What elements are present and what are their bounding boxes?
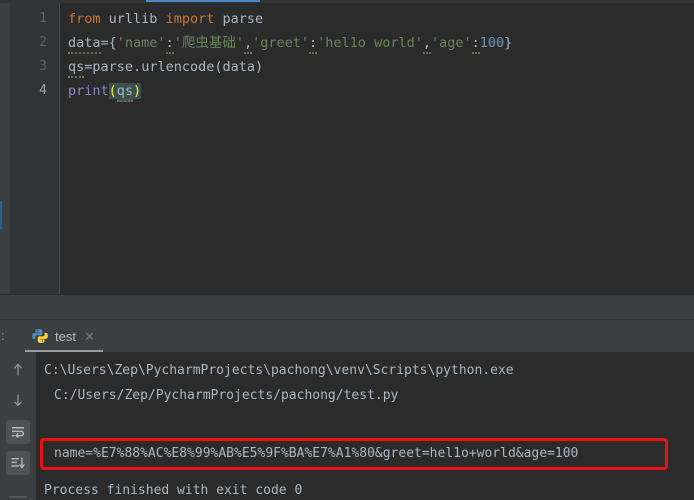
dot-operator: . (133, 59, 142, 75)
code-line-1: from urllib import parse (61, 7, 694, 31)
arrow-up-icon (13, 363, 23, 376)
run-tab-test[interactable]: test ✕ (22, 322, 103, 350)
code-line-4: print(qs) (61, 79, 694, 103)
arg-qs: qs (116, 83, 134, 102)
code-line-3: qs=parse.urlencode(data) (61, 55, 694, 79)
python-icon (32, 328, 48, 344)
arrow-down-icon (13, 394, 23, 407)
colon-1: : (165, 35, 174, 54)
soft-wrap-icon (12, 427, 25, 439)
scroll-up-button[interactable] (6, 358, 30, 382)
dict-key-age: 'age' (430, 35, 472, 51)
scroll-to-end-icon (11, 457, 25, 469)
var-data: data (68, 35, 101, 54)
console-output[interactable]: C:\Users\Zep\PycharmProjects\pachong\ven… (36, 352, 694, 500)
module-parse: parse (222, 11, 264, 27)
line-number-1: 1 (39, 11, 47, 26)
editor-console-splitter[interactable] (0, 294, 694, 320)
dict-value-name: '爬虫基础' (173, 35, 244, 51)
paren-close-2: ) (133, 83, 142, 99)
line-number-3: 3 (39, 59, 47, 74)
vcs-change-marker (0, 201, 2, 229)
dict-value-age: 100 (479, 35, 505, 51)
colon-2: : (309, 35, 318, 54)
console-line-result: name=%E7%88%AC%E8%99%AB%E5%9F%BA%E7%A1%8… (54, 446, 579, 461)
builtin-print: print (68, 83, 109, 99)
dict-key-name: 'name' (116, 35, 166, 51)
dict-close-brace: } (504, 35, 513, 51)
scroll-down-button[interactable] (6, 388, 30, 412)
soft-wrap-button[interactable] (6, 420, 30, 444)
dict-value-greet: 'hel1o world' (317, 35, 423, 51)
toolbar-separator (9, 496, 27, 498)
run-tabbar: : test ✕ (0, 320, 694, 353)
comma-1: , (243, 35, 253, 54)
pycharm-window: 1 2 3 4 from urllib import parse data={'… (0, 0, 694, 500)
console-line-exit: Process finished with exit code 0 (44, 483, 303, 498)
arg-data: data (222, 59, 255, 75)
paren-open-2: ( (108, 83, 117, 99)
active-editor-tab-indicator[interactable] (146, 0, 260, 2)
run-tool-window: : test ✕ C:\Users\Zep\PycharmProjects\pa… (0, 320, 694, 500)
line-number-4: 4 (39, 83, 47, 98)
editor-left-rail (0, 3, 10, 294)
console-line-interpreter: C:\Users\Zep\PycharmProjects\pachong\ven… (44, 363, 514, 378)
module-urllib: urllib (108, 11, 158, 27)
editor-scrollbar[interactable] (682, 3, 694, 294)
console-line-script: C:/Users/Zep/PycharmProjects/pachong/tes… (54, 388, 399, 403)
paren-close-1: ) (255, 59, 264, 75)
scroll-to-end-button[interactable] (6, 451, 30, 475)
console-toolbar (0, 352, 36, 500)
function-urlencode: urlencode (141, 59, 215, 75)
colon-3: : (471, 35, 480, 54)
keyword-from: from (68, 11, 101, 27)
code-line-2: data={'name':'爬虫基础','greet':'hel1o world… (61, 31, 694, 55)
code-text-area[interactable]: from urllib import parse data={'name':'爬… (61, 3, 694, 294)
run-window-label: : (1, 328, 5, 343)
module-parse-ref: parse (92, 59, 134, 75)
dict-open-brace: { (108, 35, 117, 51)
code-editor[interactable]: 1 2 3 4 from urllib import parse data={'… (0, 3, 694, 294)
keyword-import: import (165, 11, 215, 27)
editor-gutter[interactable]: 1 2 3 4 (10, 3, 60, 294)
run-tab-label: test (55, 328, 76, 344)
close-icon[interactable]: ✕ (84, 330, 95, 343)
assign-operator: = (100, 35, 109, 51)
line-number-2: 2 (39, 35, 47, 50)
dict-key-greet: 'greet' (252, 35, 310, 51)
comma-2: , (422, 35, 431, 54)
var-qs: qs (68, 59, 85, 78)
